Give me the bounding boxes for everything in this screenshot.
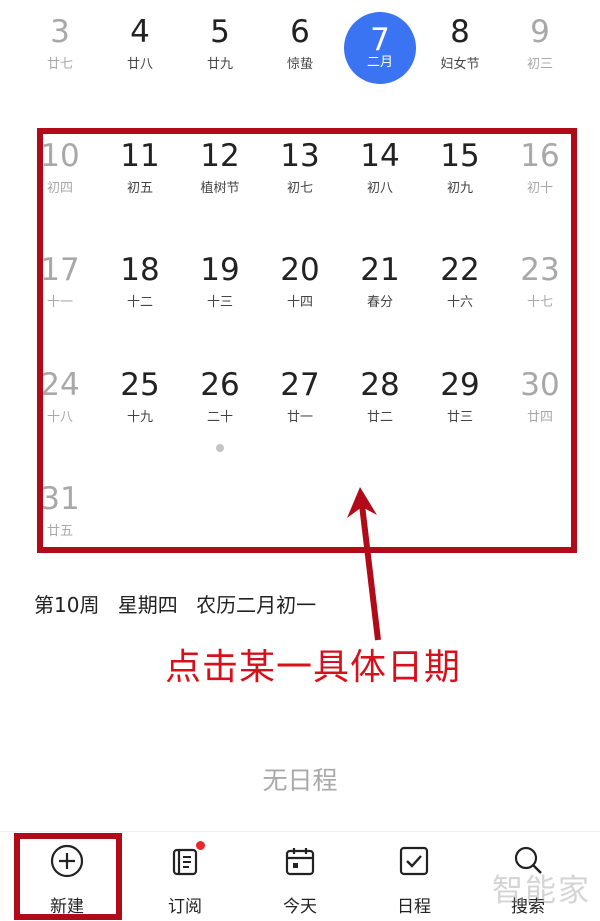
- schedule-check-icon: [399, 846, 429, 876]
- day-number: 3: [50, 14, 70, 50]
- day-lunar-label: 妇女节: [440, 57, 480, 72]
- tab-schedule-label: 日程: [397, 897, 431, 917]
- week-row: 3 廿七 4 廿八 5 廿九 6 惊蛰 7 二月 8 妇女节 9 初三: [0, 0, 600, 100]
- day-lunar-label: 二月: [366, 55, 393, 70]
- day-cell[interactable]: 3 廿七: [20, 0, 100, 100]
- tab-subscribe-label: 订阅: [168, 897, 202, 917]
- no-schedule-text: 无日程: [262, 766, 338, 795]
- subscribe-notification-badge: [196, 841, 205, 850]
- day-number: 5: [210, 14, 230, 50]
- watermark-text: 智能家: [492, 873, 591, 909]
- tab-subscribe[interactable]: 订阅: [130, 832, 240, 921]
- day-cell[interactable]: 8 妇女节: [420, 0, 500, 100]
- date-range-highlight-box: [37, 128, 577, 553]
- lunar-date: 农历二月初一: [196, 593, 317, 617]
- day-cell[interactable]: 4 廿八: [100, 0, 180, 100]
- day-cell[interactable]: 5 廿九: [180, 0, 260, 100]
- tab-today-label: 今天: [283, 897, 317, 917]
- day-lunar-label: 廿八: [126, 57, 153, 72]
- selected-date-info: 第10周 星期四 农历二月初一: [34, 589, 328, 618]
- calendar-today-icon: [285, 848, 315, 876]
- day-lunar-label: 廿九: [206, 57, 233, 72]
- weekday: 星期四: [117, 593, 178, 617]
- tab-schedule[interactable]: 日程: [359, 832, 469, 921]
- day-number: 4: [130, 14, 150, 50]
- day-lunar-label: 惊蛰: [286, 57, 313, 72]
- day-number: 6: [290, 14, 310, 50]
- new-tab-highlight-box: [14, 833, 122, 920]
- day-cell-selected[interactable]: 7 二月: [340, 0, 420, 100]
- day-lunar-label: 初三: [526, 57, 553, 72]
- day-cell[interactable]: 9 初三: [500, 0, 580, 100]
- tab-today[interactable]: 今天: [245, 832, 355, 921]
- day-number: 9: [530, 14, 550, 50]
- day-number: 8: [450, 14, 470, 50]
- annotation-text: 点击某一具体日期: [165, 647, 462, 688]
- day-cell[interactable]: 6 惊蛰: [260, 0, 340, 100]
- week-number: 第10周: [34, 593, 100, 617]
- day-lunar-label: 廿七: [46, 57, 73, 72]
